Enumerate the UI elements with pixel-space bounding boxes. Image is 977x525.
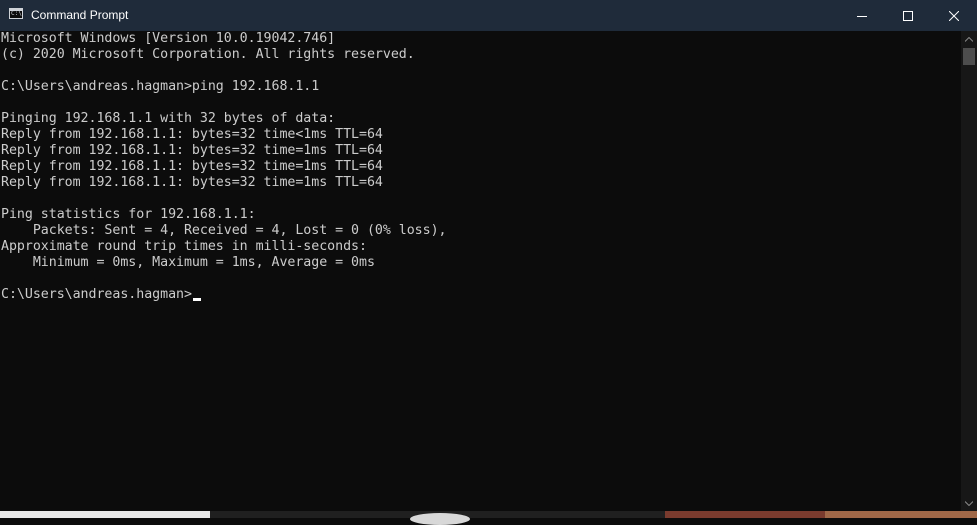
title-bar[interactable]: C:\ Command Prompt [0, 0, 977, 31]
maximize-icon [903, 10, 913, 21]
console-output[interactable]: Microsoft Windows [Version 10.0.19042.74… [0, 31, 961, 511]
command-prompt-icon[interactable]: C:\ [9, 8, 23, 19]
console-line: Ping statistics for 192.168.1.1: [1, 207, 256, 222]
minimize-icon [857, 15, 867, 17]
console-line: (c) 2020 Microsoft Corporation. All righ… [1, 47, 415, 62]
console-line: Microsoft Windows [Version 10.0.19042.74… [1, 31, 336, 46]
scroll-thumb[interactable] [963, 48, 975, 65]
app-icon-glyph: C:\ [11, 10, 22, 17]
prompt-line[interactable]: C:\Users\andreas.hagman> [1, 287, 201, 303]
desktop-background-strip [0, 511, 977, 525]
background-shape [410, 511, 470, 525]
console-line: Reply from 192.168.1.1: bytes=32 time=1m… [1, 175, 383, 190]
close-icon [949, 10, 959, 21]
command-prompt-window: C:\ Command Prompt Microsoft Windows [Ve… [0, 0, 977, 525]
window-title: Command Prompt [31, 8, 129, 22]
console-line: Reply from 192.168.1.1: bytes=32 time<1m… [1, 127, 383, 142]
maximize-button[interactable] [885, 0, 931, 31]
console-line: Packets: Sent = 4, Received = 4, Lost = … [1, 223, 447, 238]
background-image-edge [825, 511, 977, 518]
close-button[interactable] [931, 0, 977, 31]
console-line: C:\Users\andreas.hagman>ping 192.168.1.1 [1, 79, 320, 94]
scroll-down-button[interactable] [961, 495, 977, 511]
console-line: Minimum = 0ms, Maximum = 1ms, Average = … [1, 255, 375, 270]
minimize-button[interactable] [839, 0, 885, 31]
scroll-up-button[interactable] [961, 31, 977, 47]
vertical-scrollbar[interactable] [961, 31, 977, 511]
background-window-edge [0, 511, 210, 518]
console-line: Pinging 192.168.1.1 with 32 bytes of dat… [1, 111, 336, 126]
chevron-up-icon [965, 36, 973, 42]
chevron-down-icon [965, 500, 973, 506]
console-line: Reply from 192.168.1.1: bytes=32 time=1m… [1, 159, 383, 174]
console-line: Reply from 192.168.1.1: bytes=32 time=1m… [1, 143, 383, 158]
console-line: Approximate round trip times in milli-se… [1, 239, 367, 254]
prompt-text: C:\Users\andreas.hagman> [1, 287, 192, 302]
background-image-edge [665, 511, 825, 518]
text-cursor [192, 298, 201, 301]
